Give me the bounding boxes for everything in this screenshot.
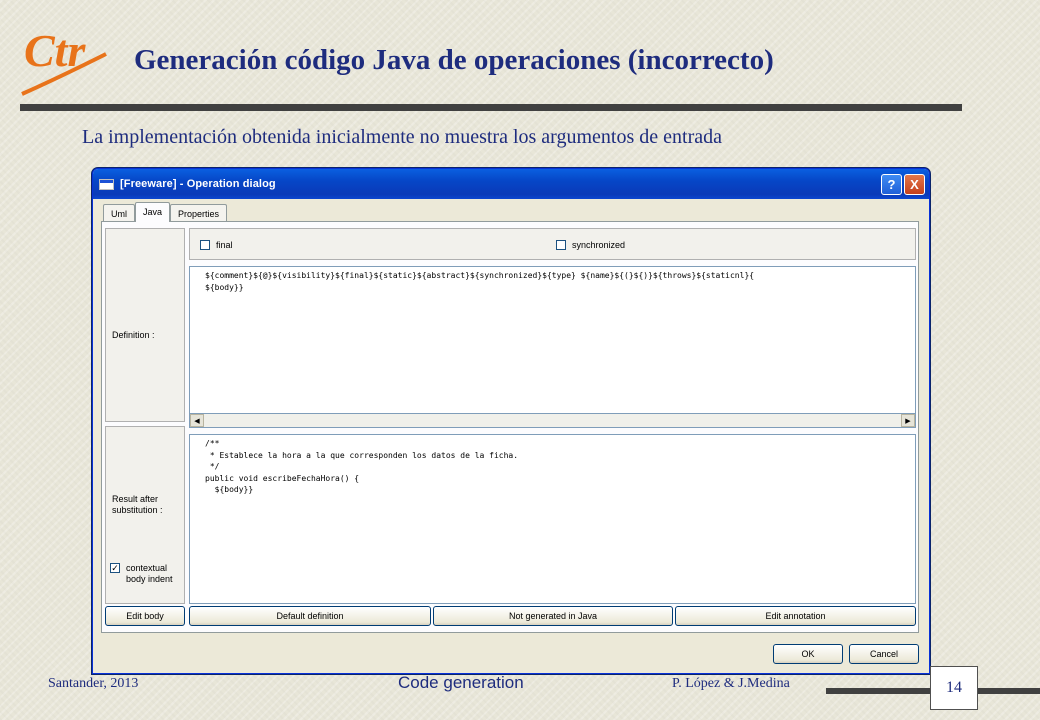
not-generated-button[interactable]: Not generated in Java [433, 606, 673, 626]
final-checkbox[interactable] [200, 240, 210, 250]
operation-dialog: [Freeware] - Operation dialog ? X Uml Ja… [92, 168, 930, 674]
definition-editor[interactable]: ${comment}${@}${visibility}${final}${sta… [189, 266, 916, 414]
cancel-button[interactable]: Cancel [849, 644, 919, 664]
dialog-title: [Freeware] - Operation dialog [120, 178, 276, 190]
window-icon [99, 178, 114, 190]
definition-hscrollbar[interactable]: ◀ ▶ [189, 414, 916, 428]
ctr-logo: Ctr [21, 25, 107, 96]
help-button[interactable]: ? [881, 173, 902, 195]
synchronized-checkbox[interactable] [556, 240, 566, 250]
modifiers-box: final synchronized [189, 228, 916, 260]
tab-uml[interactable]: Uml [103, 204, 135, 222]
tab-properties[interactable]: Properties [170, 204, 228, 222]
synchronized-option[interactable]: synchronized [556, 240, 625, 250]
contextual-label: contextual body indent [126, 563, 173, 584]
synchronized-label: synchronized [572, 240, 626, 250]
contextual-option[interactable]: ✓ contextual body indent [110, 563, 182, 585]
tab-java[interactable]: Java [135, 202, 171, 222]
edit-body-button[interactable]: Edit body [105, 606, 185, 626]
scroll-right-icon[interactable]: ▶ [901, 414, 915, 427]
edit-annotation-button[interactable]: Edit annotation [675, 606, 916, 626]
definition-label: Definition : [112, 330, 155, 340]
result-editor[interactable]: /** * Establece la hora a la que corresp… [189, 434, 916, 604]
ok-button[interactable]: OK [773, 644, 843, 664]
dialog-content: Uml Java Properties Definition : Result … [99, 202, 923, 670]
contextual-checkbox[interactable]: ✓ [110, 563, 120, 573]
java-tab-panel: Definition : Result after substitution :… [101, 221, 919, 633]
footer-topic: Code generation [398, 673, 524, 692]
default-definition-button[interactable]: Default definition [189, 606, 431, 626]
scroll-left-icon[interactable]: ◀ [190, 414, 204, 427]
footer-authors: P. López & J.Medina [672, 676, 790, 691]
close-button[interactable]: X [904, 173, 925, 195]
slide-title: Generación código Java de operaciones (i… [134, 44, 774, 76]
final-option[interactable]: final [200, 240, 233, 250]
definition-label-box [105, 228, 185, 422]
page-number: 14 [930, 666, 978, 710]
tab-strip: Uml Java Properties [103, 202, 228, 222]
slide-subtitle: La implementación obtenida inicialmente … [82, 126, 722, 148]
footer-location: Santander, 2013 [48, 676, 139, 691]
title-rule [20, 104, 962, 111]
result-label: Result after substitution : [112, 494, 163, 515]
dialog-titlebar[interactable]: [Freeware] - Operation dialog ? X [93, 169, 929, 199]
final-label: final [216, 240, 233, 250]
